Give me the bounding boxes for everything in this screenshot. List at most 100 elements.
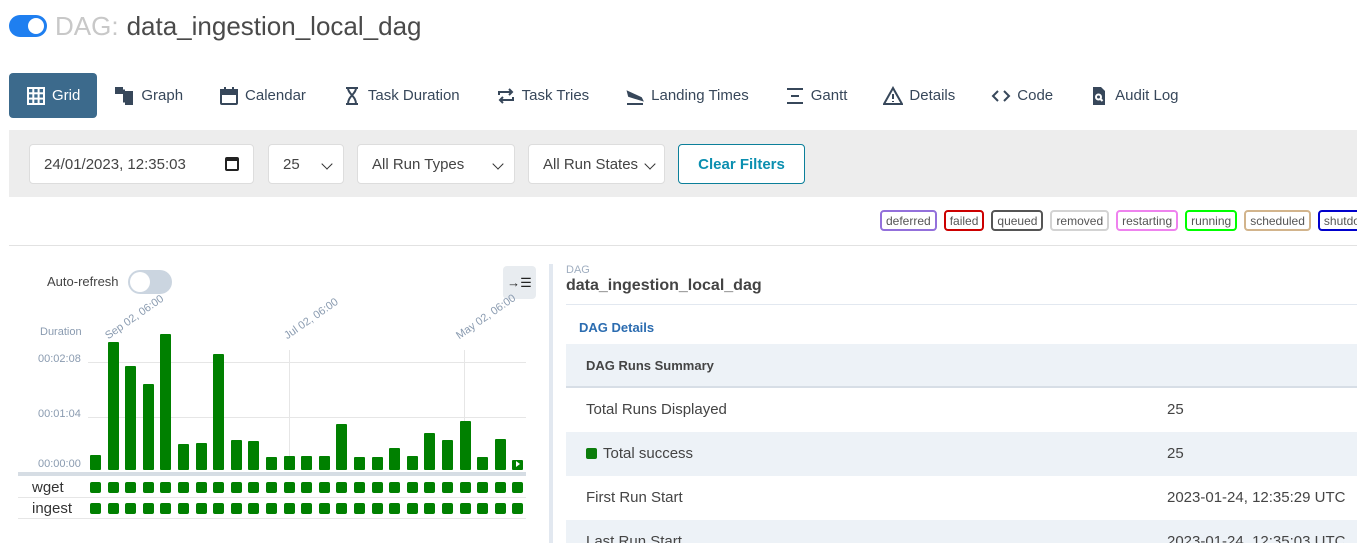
dag-run-bar[interactable] — [178, 443, 189, 470]
dag-run-bar[interactable] — [477, 456, 489, 470]
task-instance-square[interactable] — [318, 503, 330, 514]
clear-filters-button[interactable]: Clear Filters — [678, 144, 805, 184]
task-instance-square[interactable] — [107, 503, 119, 514]
tab-gantt[interactable]: Gantt — [767, 73, 866, 118]
dag-run-bar[interactable] — [336, 423, 348, 470]
task-instance-square[interactable] — [477, 482, 489, 493]
task-instance-square[interactable] — [318, 482, 330, 493]
task-name[interactable]: ingest — [32, 500, 72, 517]
dag-run-bar[interactable] — [283, 455, 295, 470]
dag-run-bar[interactable] — [90, 454, 101, 470]
dag-run-bar[interactable] — [512, 459, 524, 470]
tab-calendar[interactable]: Calendar — [201, 73, 324, 118]
dag-run-bar[interactable] — [142, 383, 154, 470]
task-instance-square[interactable] — [142, 482, 154, 493]
legend-item-deferred[interactable]: deferred — [880, 210, 937, 231]
dag-run-bar[interactable] — [160, 334, 172, 470]
task-instance-square[interactable] — [160, 482, 172, 493]
task-instance-square[interactable] — [160, 503, 172, 514]
task-instance-square[interactable] — [90, 482, 101, 493]
tab-landing-times[interactable]: Landing Times — [607, 73, 767, 118]
dag-run-bar[interactable] — [230, 439, 242, 470]
panel-resize-handle[interactable] — [549, 264, 553, 543]
dag-pause-toggle[interactable] — [9, 15, 47, 37]
dag-run-bar[interactable] — [406, 455, 418, 470]
dag-run-bar[interactable] — [213, 354, 225, 470]
legend-item-shutdow[interactable]: shutdow — [1317, 210, 1357, 231]
task-instance-square[interactable] — [266, 503, 277, 514]
task-instance-square[interactable] — [230, 482, 242, 493]
task-instance-square[interactable] — [406, 482, 418, 493]
dag-run-bar[interactable] — [424, 432, 436, 470]
task-instance-square[interactable] — [283, 503, 295, 514]
task-instance-square[interactable] — [442, 503, 453, 514]
task-instance-square[interactable] — [336, 482, 348, 493]
task-instance-square[interactable] — [389, 482, 401, 493]
dag-run-bar[interactable] — [442, 439, 453, 470]
dag-run-bar[interactable] — [459, 421, 471, 470]
task-instance-square[interactable] — [512, 482, 524, 493]
task-instance-square[interactable] — [301, 482, 313, 493]
task-instance-square[interactable] — [442, 482, 453, 493]
calendar-picker-icon[interactable] — [225, 157, 239, 171]
task-instance-square[interactable] — [354, 503, 365, 514]
dag-run-bar[interactable] — [371, 456, 383, 470]
dag-run-bar[interactable] — [494, 438, 506, 470]
task-instance-square[interactable] — [142, 503, 154, 514]
task-instance-square[interactable] — [90, 503, 101, 514]
legend-item-scheduled[interactable]: scheduled — [1244, 210, 1311, 231]
task-instance-square[interactable] — [213, 503, 225, 514]
tab-code[interactable]: Code — [973, 73, 1071, 118]
dag-run-bar[interactable] — [318, 455, 330, 470]
tab-task-tries[interactable]: Task Tries — [478, 73, 608, 118]
tab-audit-log[interactable]: Audit Log — [1071, 73, 1196, 118]
num-runs-select[interactable]: 25 — [268, 144, 344, 184]
task-instance-square[interactable] — [424, 482, 436, 493]
task-instance-square[interactable] — [107, 482, 119, 493]
task-instance-square[interactable] — [125, 482, 137, 493]
legend-item-failed[interactable]: failed — [943, 210, 985, 231]
task-instance-square[interactable] — [512, 503, 524, 514]
run-states-select[interactable]: All Run States — [528, 144, 665, 184]
dag-run-bar[interactable] — [107, 341, 119, 470]
dag-run-bar[interactable] — [195, 443, 207, 470]
task-instance-square[interactable] — [248, 482, 260, 493]
dag-run-bar[interactable] — [125, 366, 137, 470]
task-instance-square[interactable] — [301, 503, 313, 514]
task-instance-square[interactable] — [178, 482, 189, 493]
tab-details[interactable]: Details — [865, 73, 973, 118]
task-instance-square[interactable] — [336, 503, 348, 514]
task-instance-square[interactable] — [283, 482, 295, 493]
task-instance-square[interactable] — [371, 503, 383, 514]
task-instance-square[interactable] — [371, 482, 383, 493]
task-instance-square[interactable] — [389, 503, 401, 514]
task-instance-square[interactable] — [178, 503, 189, 514]
task-instance-square[interactable] — [424, 503, 436, 514]
task-instance-square[interactable] — [125, 503, 137, 514]
dag-run-bar[interactable] — [248, 441, 260, 470]
tab-graph[interactable]: Graph — [97, 73, 201, 118]
task-instance-square[interactable] — [494, 503, 506, 514]
tab-task-duration[interactable]: Task Duration — [324, 73, 478, 118]
legend-item-running[interactable]: running — [1185, 210, 1238, 231]
task-instance-square[interactable] — [459, 503, 471, 514]
task-instance-square[interactable] — [494, 482, 506, 493]
dag-run-bar[interactable] — [266, 456, 277, 470]
task-instance-square[interactable] — [406, 503, 418, 514]
task-instance-square[interactable] — [248, 503, 260, 514]
task-instance-square[interactable] — [354, 482, 365, 493]
tab-grid[interactable]: Grid — [9, 73, 98, 118]
dag-run-bar[interactable] — [301, 455, 313, 470]
task-instance-square[interactable] — [477, 503, 489, 514]
run-types-select[interactable]: All Run Types — [357, 144, 515, 184]
auto-refresh-toggle[interactable] — [128, 270, 172, 294]
task-instance-square[interactable] — [266, 482, 277, 493]
legend-item-queued[interactable]: queued — [991, 210, 1044, 231]
task-instance-square[interactable] — [195, 482, 207, 493]
task-instance-square[interactable] — [230, 503, 242, 514]
execution-date-input[interactable]: 24/01/2023, 12:35:03 — [29, 144, 254, 184]
legend-item-removed[interactable]: removed — [1050, 210, 1110, 231]
dag-run-bar[interactable] — [354, 456, 365, 470]
dag-details-link[interactable]: DAG Details — [579, 320, 654, 335]
legend-item-restarting[interactable]: restarting — [1116, 210, 1179, 231]
